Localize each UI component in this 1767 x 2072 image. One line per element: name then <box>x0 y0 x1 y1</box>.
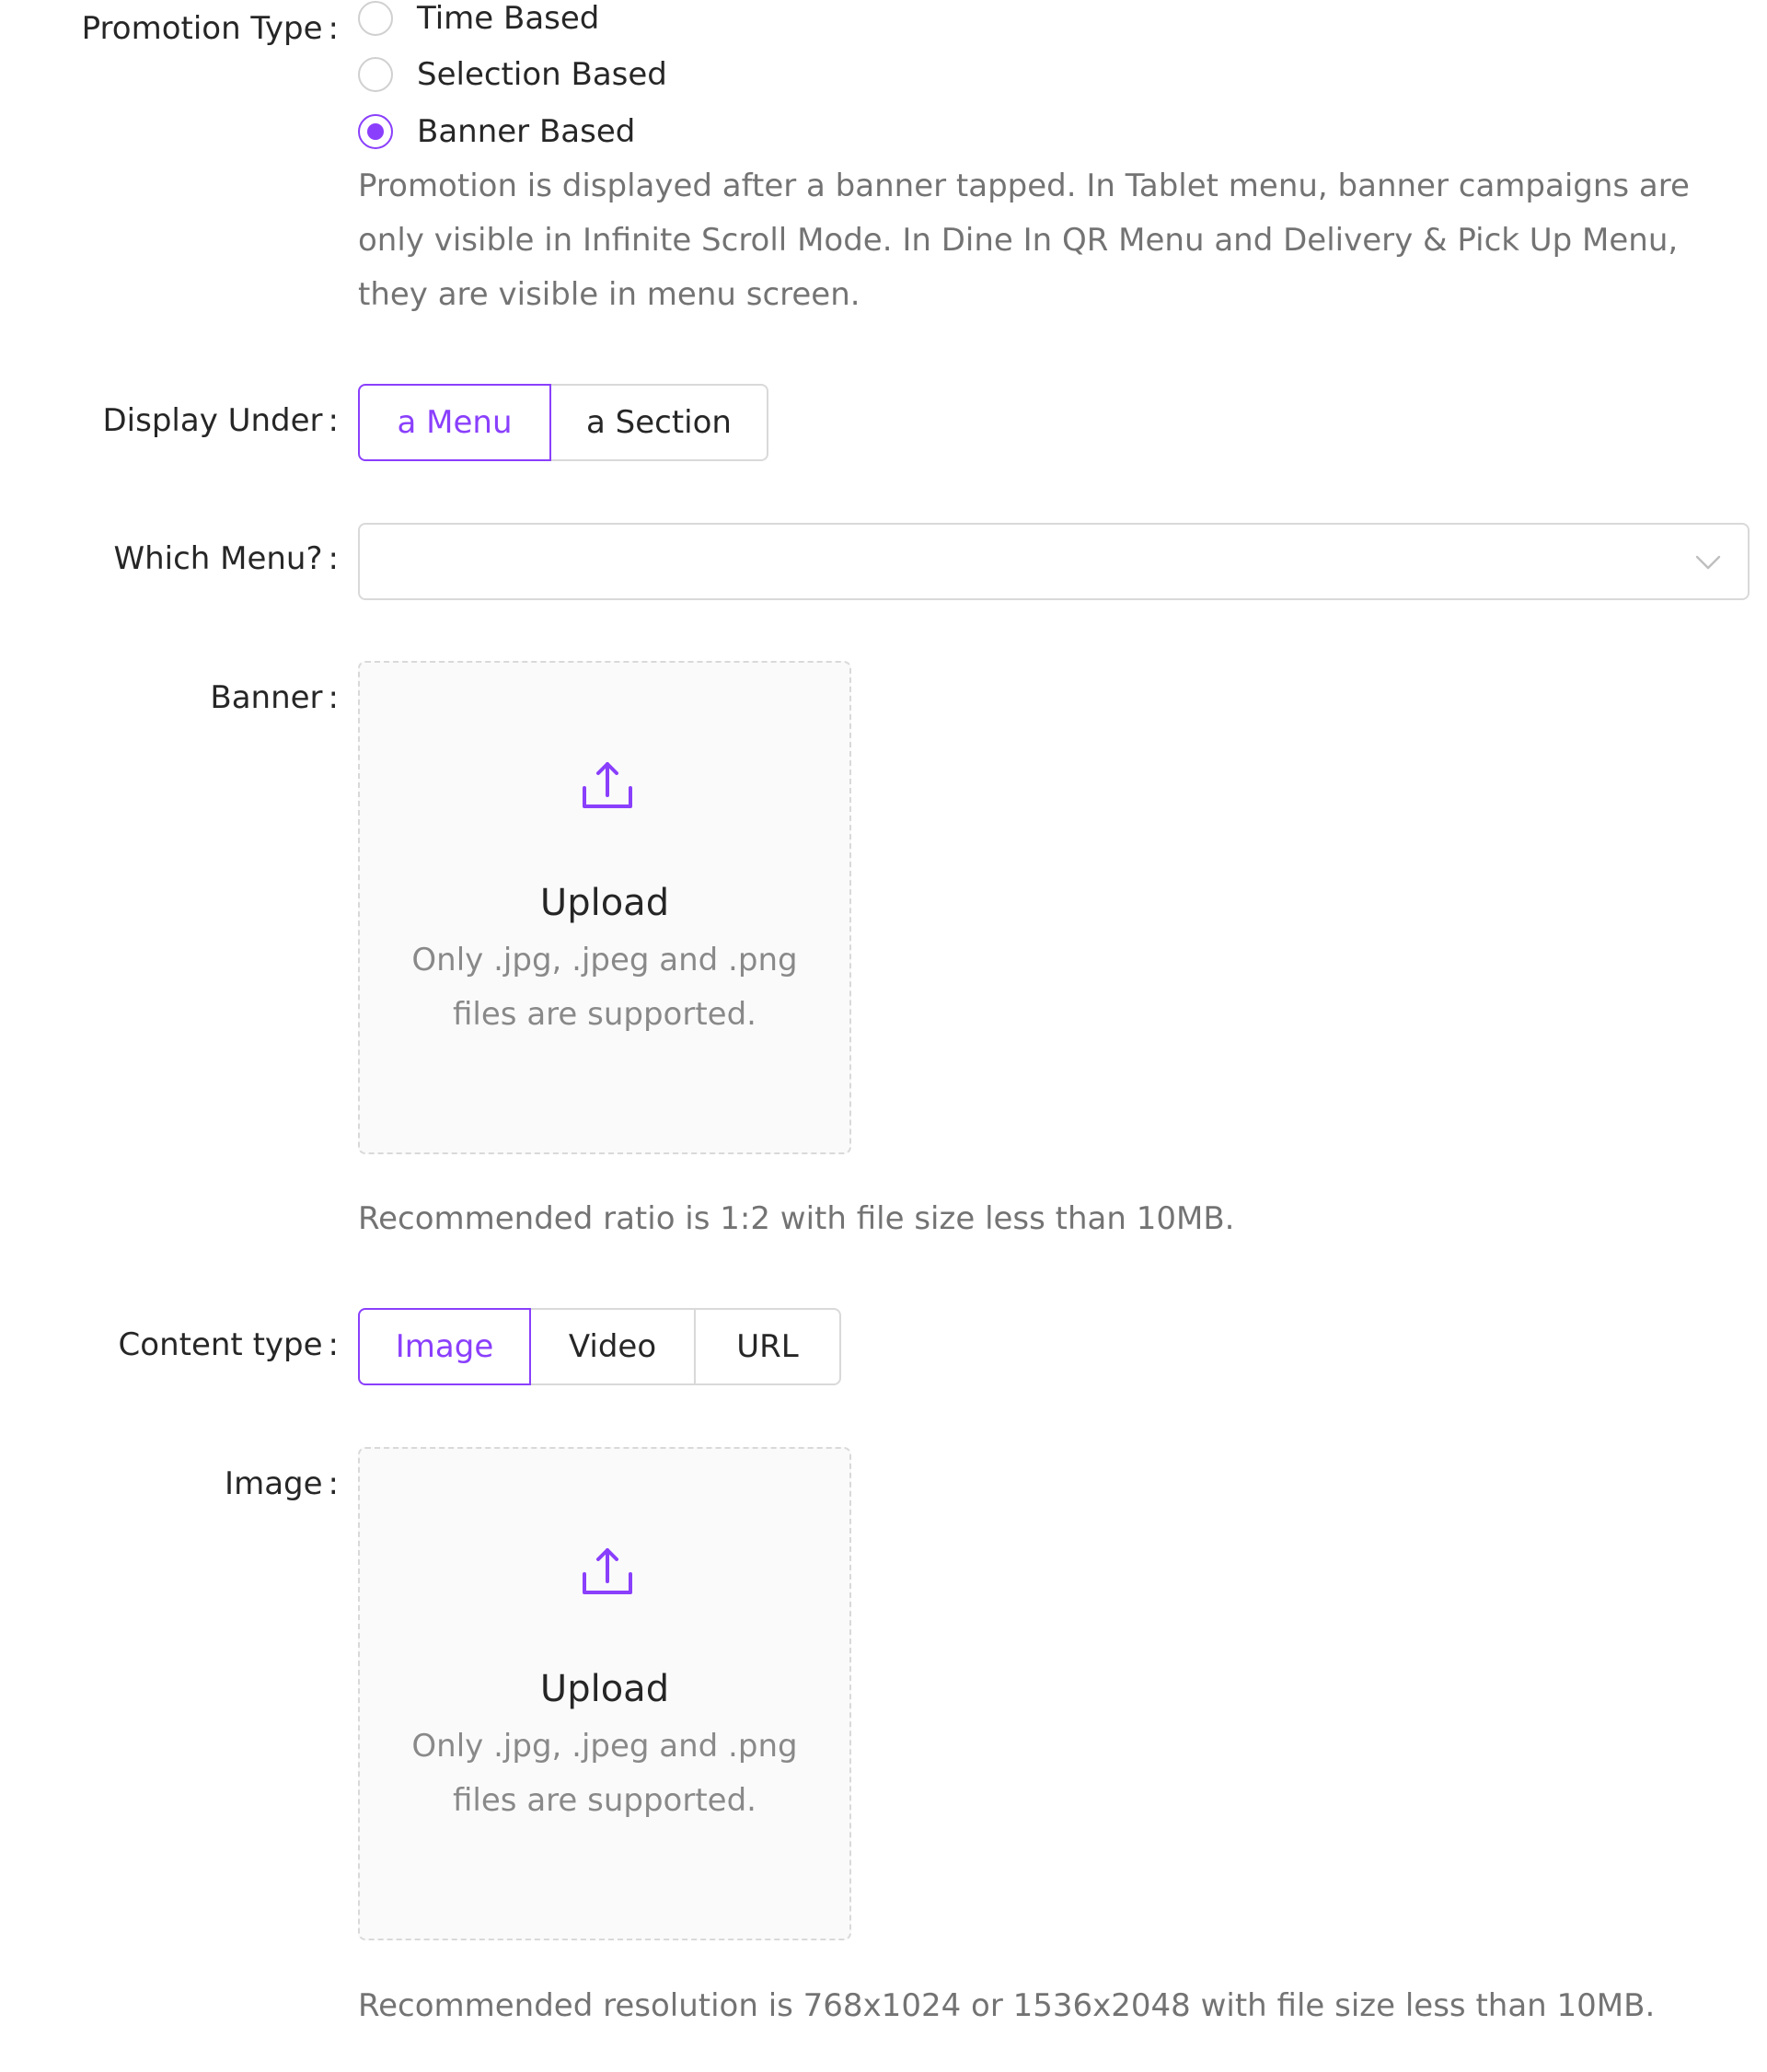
image-upload-title: Upload <box>539 1668 670 1710</box>
display-under-section-button[interactable]: a Section <box>549 384 768 461</box>
radio-circle-icon[interactable] <box>358 1 393 36</box>
content-type-segmented: Image Video URL <box>358 1308 841 1385</box>
upload-icon <box>583 762 632 808</box>
image-upload-description: Only .jpg, .jpeg and .png files are supp… <box>411 1728 798 1819</box>
label-colon: : <box>328 402 339 439</box>
label-colon: : <box>328 540 339 577</box>
image-label-text: Image <box>225 1465 323 1502</box>
content-type-label: Content type: <box>119 1326 339 1363</box>
banner-label: Banner: <box>210 679 339 716</box>
promotion-type-label: Promotion Type: <box>82 10 339 47</box>
image-label: Image: <box>225 1465 339 1502</box>
radio-checked-icon[interactable] <box>358 114 393 149</box>
label-colon: : <box>328 10 339 47</box>
radio-banner-based[interactable]: Banner Based <box>358 109 635 155</box>
radio-selection-based[interactable]: Selection Based <box>358 52 667 98</box>
radio-time-based-label: Time Based <box>417 0 600 37</box>
banner-label-text: Banner <box>210 679 323 716</box>
promotion-type-label-text: Promotion Type <box>81 10 323 47</box>
upload-icon <box>583 1548 632 1594</box>
which-menu-select[interactable] <box>358 523 1750 600</box>
image-recommendation: Recommended resolution is 768x1024 or 15… <box>358 1987 1656 2024</box>
radio-circle-icon[interactable] <box>358 57 393 92</box>
label-colon: : <box>328 679 339 716</box>
banner-upload-description: Only .jpg, .jpeg and .png files are supp… <box>411 942 798 1033</box>
which-menu-label: Which Menu?: <box>113 540 339 577</box>
banner-upload-dropzone[interactable]: Upload Only .jpg, .jpeg and .png files a… <box>358 661 851 1154</box>
image-upload-dropzone[interactable]: Upload Only .jpg, .jpeg and .png files a… <box>358 1447 851 1940</box>
content-type-url-button[interactable]: URL <box>694 1308 841 1385</box>
which-menu-label-text: Which Menu? <box>113 540 323 577</box>
display-under-menu-button[interactable]: a Menu <box>358 384 551 461</box>
content-type-video-button[interactable]: Video <box>529 1308 696 1385</box>
banner-upload-title: Upload <box>539 882 670 924</box>
display-under-label: Display Under: <box>102 402 339 439</box>
label-colon: : <box>328 1326 339 1363</box>
display-under-segmented: a Menu a Section <box>358 384 768 461</box>
radio-selection-based-label: Selection Based <box>417 56 667 93</box>
radio-banner-based-label: Banner Based <box>417 113 636 150</box>
promotion-type-help: Promotion is displayed after a banner ta… <box>358 168 1690 313</box>
content-type-label-text: Content type <box>118 1326 323 1363</box>
display-under-label-text: Display Under <box>102 402 323 439</box>
radio-time-based[interactable]: Time Based <box>358 0 599 41</box>
chevron-down-icon <box>1695 555 1721 570</box>
label-colon: : <box>328 1465 339 1502</box>
content-type-image-button[interactable]: Image <box>358 1308 531 1385</box>
banner-recommendation: Recommended ratio is 1:2 with file size … <box>358 1200 1235 1237</box>
